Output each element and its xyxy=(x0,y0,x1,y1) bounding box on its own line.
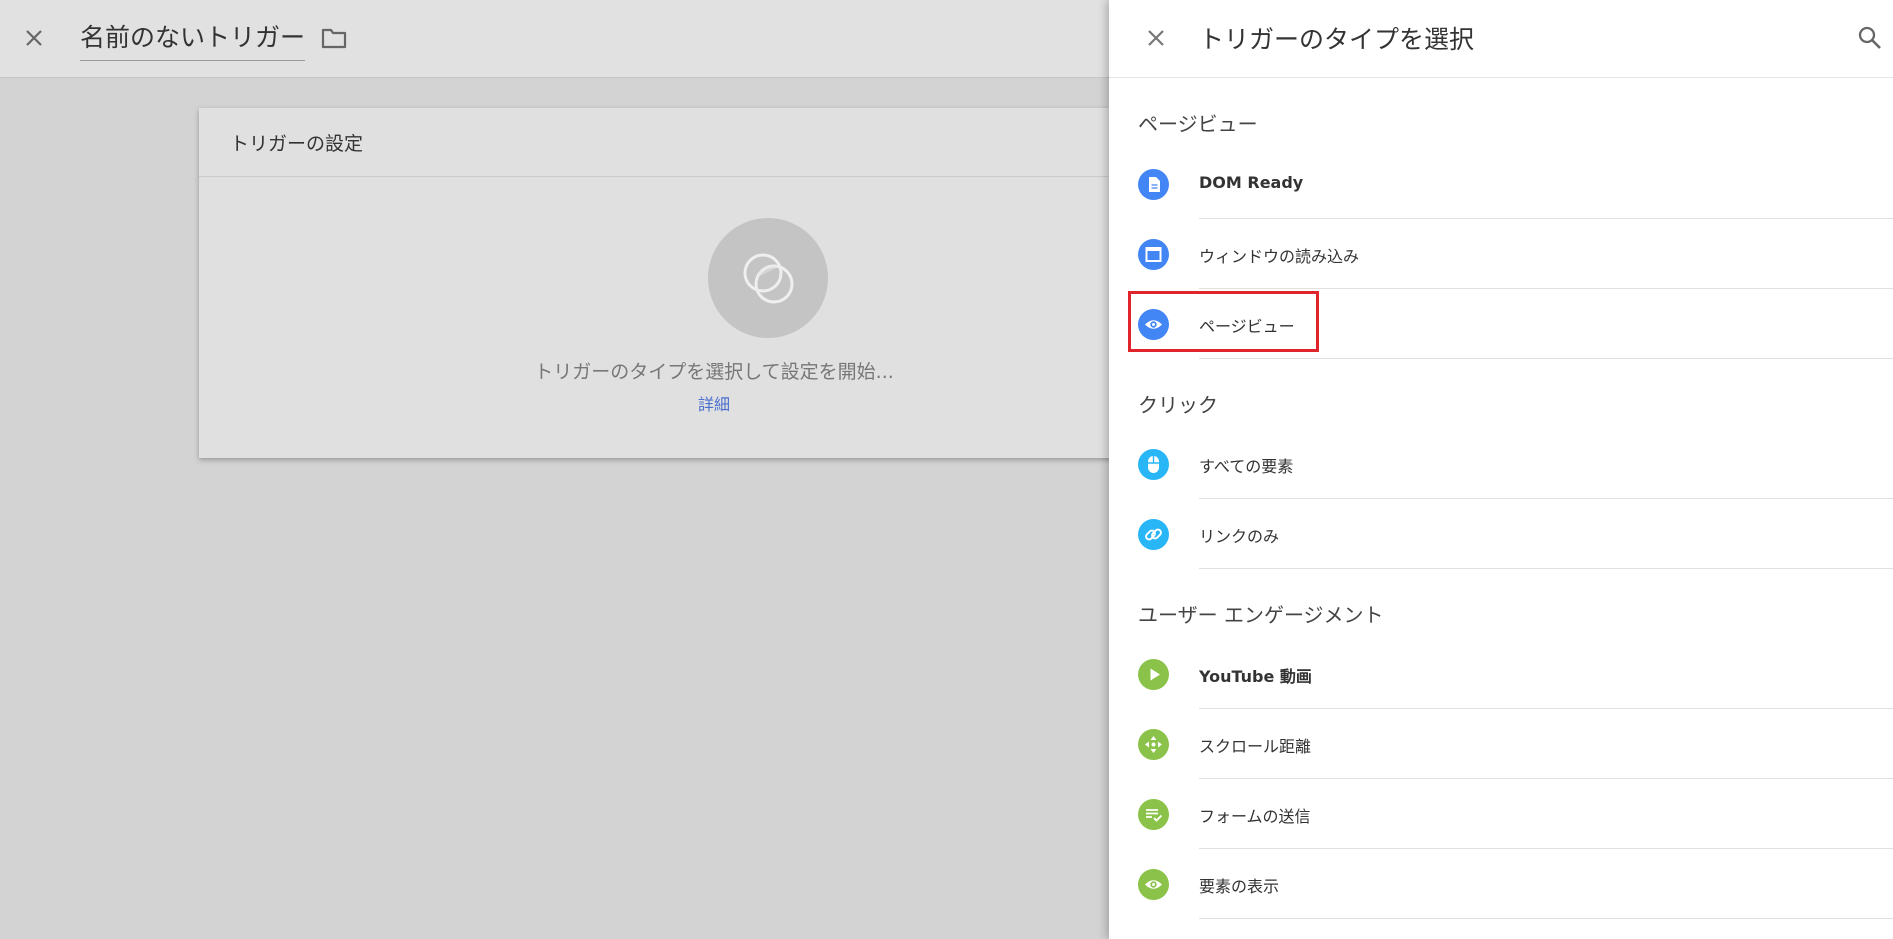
trigger-placeholder-icon[interactable] xyxy=(708,218,828,338)
divider xyxy=(1199,568,1893,569)
trigger-item-label: フォームの送信 xyxy=(1199,807,1311,826)
trigger-item-label: リンクのみ xyxy=(1199,527,1280,546)
panel-title: トリガーのタイプを選択 xyxy=(1199,25,1475,54)
card-title: トリガーの設定 xyxy=(199,108,1229,177)
section-title-click: クリック xyxy=(1138,393,1218,417)
trigger-item-label: スクロール距離 xyxy=(1199,737,1312,756)
document-icon xyxy=(1138,169,1169,200)
mouse-icon xyxy=(1138,449,1169,480)
search-icon[interactable] xyxy=(1855,23,1885,53)
link-icon xyxy=(1138,519,1169,550)
play-icon xyxy=(1138,659,1169,690)
trigger-item-label: 要素の表示 xyxy=(1199,877,1280,896)
divider xyxy=(1199,358,1893,359)
section-title-engagement: ユーザー エンゲージメント xyxy=(1138,603,1384,627)
panel-header: トリガーのタイプを選択 xyxy=(1109,0,1893,78)
eye-icon xyxy=(1138,869,1169,900)
divider xyxy=(1199,918,1893,919)
trigger-item-form-submit[interactable]: フォームの送信 xyxy=(1109,779,1893,849)
trigger-item-label: ウィンドウの読み込み xyxy=(1199,247,1360,266)
form-icon xyxy=(1138,799,1169,830)
close-icon[interactable] xyxy=(1141,23,1171,53)
trigger-item-dom-ready[interactable]: DOM Ready xyxy=(1109,149,1893,219)
close-icon[interactable] xyxy=(19,23,49,53)
move-icon xyxy=(1138,729,1169,760)
trigger-item-window-loaded[interactable]: ウィンドウの読み込み xyxy=(1109,219,1893,289)
window-icon xyxy=(1138,239,1169,270)
folder-icon[interactable] xyxy=(320,25,348,51)
trigger-item-label: すべての要素 xyxy=(1199,457,1294,476)
trigger-config-card[interactable]: トリガーの設定 トリガーのタイプを選択して設定を開始... 詳細 xyxy=(199,108,1229,458)
trigger-item-label: YouTube 動画 xyxy=(1199,667,1312,686)
trigger-item-youtube[interactable]: YouTube 動画 xyxy=(1109,639,1893,709)
trigger-name-field[interactable]: 名前のないトリガー xyxy=(80,18,306,61)
trigger-item-label: DOM Ready xyxy=(1199,173,1304,192)
empty-state-prompt: トリガーのタイプを選択して設定を開始... xyxy=(534,361,894,383)
section-title-pageview: ページビュー xyxy=(1138,112,1258,136)
trigger-item-element-visibility[interactable]: 要素の表示 xyxy=(1109,849,1893,919)
trigger-type-panel: トリガーのタイプを選択 ページビュー DOM Ready ウィンドウの読み込み … xyxy=(1109,0,1893,939)
trigger-item-link-only[interactable]: リンクのみ xyxy=(1109,499,1893,569)
trigger-item-all-elements[interactable]: すべての要素 xyxy=(1109,429,1893,499)
details-link[interactable]: 詳細 xyxy=(199,391,1229,415)
highlight-box xyxy=(1128,291,1319,352)
trigger-item-scroll-depth[interactable]: スクロール距離 xyxy=(1109,709,1893,779)
